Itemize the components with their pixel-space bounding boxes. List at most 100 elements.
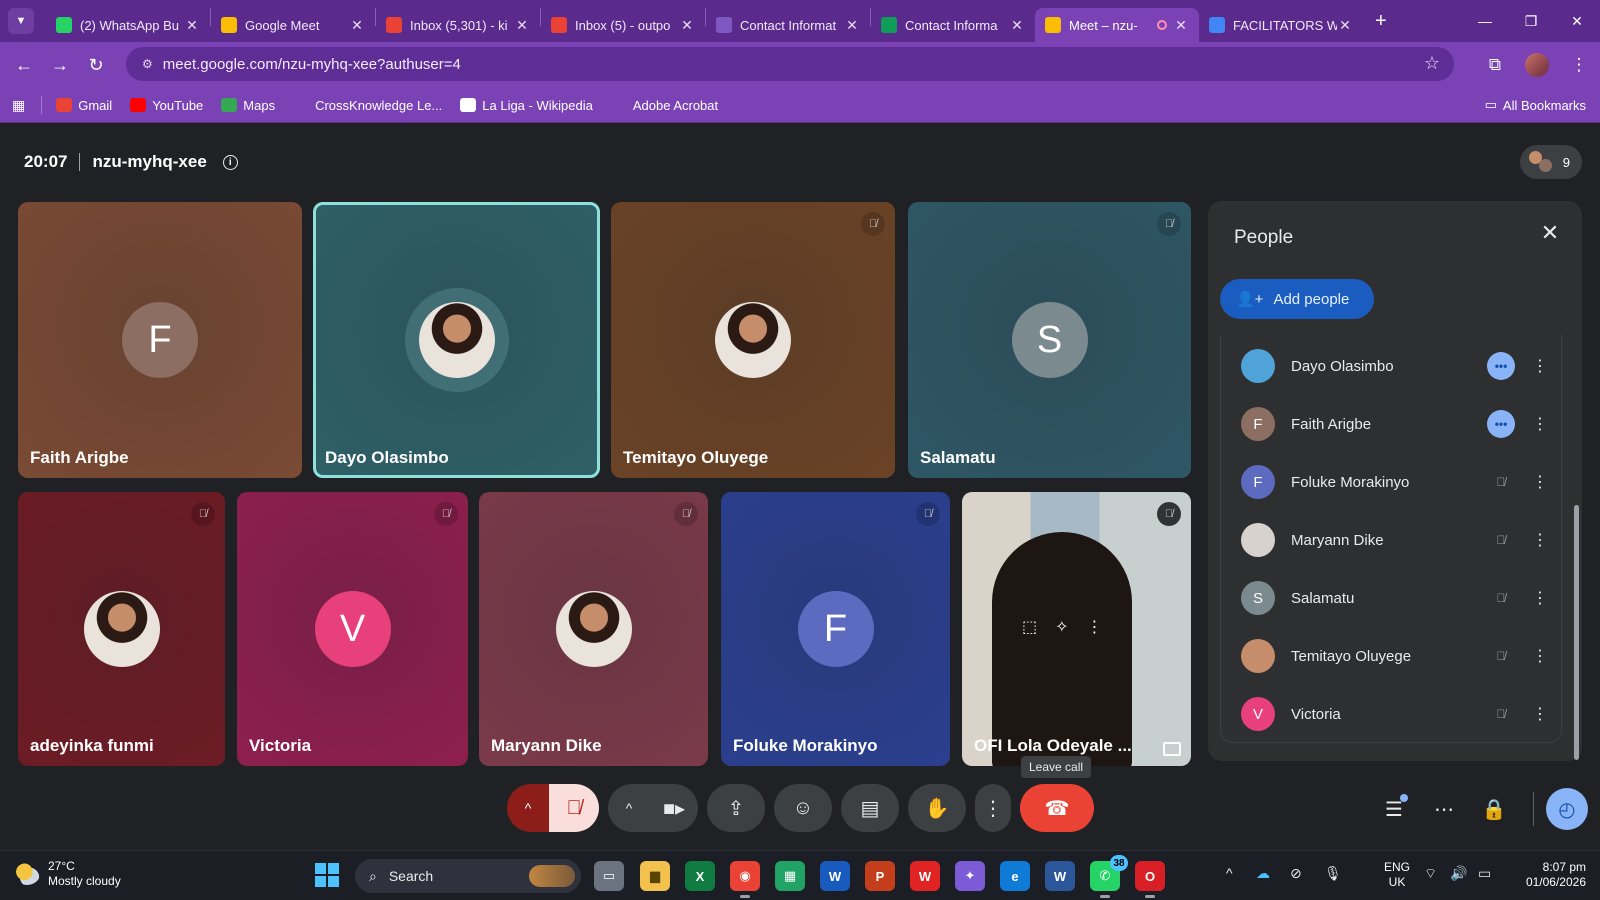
video-tile[interactable]: S 🎙̸ Salamatu: [908, 202, 1191, 478]
video-tile[interactable]: F Faith Arigbe: [18, 202, 302, 478]
close-tab-icon[interactable]: ✕: [349, 17, 365, 34]
bookmark-item[interactable]: La Liga - Wikipedia: [460, 98, 593, 113]
raise-hand-button[interactable]: ✋: [908, 784, 966, 832]
captions-button[interactable]: ▤: [841, 784, 899, 832]
browser-tab[interactable]: (2) WhatsApp Bu ✕: [46, 8, 210, 42]
video-tile[interactable]: 🎙̸ adeyinka funmi: [18, 492, 225, 766]
language-indicator[interactable]: ENG UK: [1384, 860, 1410, 890]
participant-more-icon[interactable]: ⋮: [1525, 530, 1555, 550]
participant-more-icon[interactable]: ⋮: [1525, 414, 1555, 434]
speaking-icon[interactable]: •••: [1487, 352, 1515, 380]
close-tab-icon[interactable]: ✕: [1009, 17, 1025, 34]
participant-row[interactable]: Dayo Olasimbo ••• ⋮: [1221, 341, 1563, 391]
battery-icon[interactable]: ▭: [1478, 865, 1491, 882]
tab-search-button[interactable]: ▼: [8, 8, 34, 34]
word-icon[interactable]: W: [820, 861, 850, 891]
participant-row[interactable]: F Foluke Morakinyo 🎙̸ ⋮: [1221, 457, 1563, 507]
file-explorer-icon[interactable]: ▆: [640, 861, 670, 891]
audio-options-button[interactable]: ^: [507, 784, 549, 832]
close-tab-icon[interactable]: ✕: [679, 17, 695, 34]
task-view-icon[interactable]: ▭: [594, 861, 624, 891]
word-doc-icon[interactable]: W: [1045, 861, 1075, 891]
site-info-icon[interactable]: ⚙: [142, 57, 153, 71]
close-tab-icon[interactable]: ✕: [184, 17, 200, 34]
all-bookmarks[interactable]: ▭ All Bookmarks: [1485, 97, 1586, 113]
mic-off-icon[interactable]: 🎙̸: [1487, 468, 1515, 496]
system-clock[interactable]: 8:07 pm 01/06/2026: [1526, 860, 1586, 890]
chrome-icon[interactable]: ◉: [730, 861, 760, 898]
show-hidden-icons[interactable]: ^: [1226, 865, 1233, 881]
participant-more-icon[interactable]: ⋮: [1525, 472, 1555, 492]
chat-button[interactable]: ☰: [1375, 790, 1413, 828]
close-tab-icon[interactable]: ✕: [1337, 17, 1353, 34]
whatsapp-icon[interactable]: ✆ 38: [1090, 855, 1128, 898]
pip-icon[interactable]: [1163, 742, 1181, 756]
browser-menu-icon[interactable]: ⋮: [1558, 55, 1600, 75]
participant-row[interactable]: S Salamatu 🎙̸ ⋮: [1221, 573, 1563, 623]
extensions-icon[interactable]: ⧉: [1474, 55, 1516, 75]
meeting-info-icon[interactable]: i: [222, 154, 238, 170]
mic-off-icon[interactable]: 🎙̸: [1487, 584, 1515, 612]
mic-off-icon[interactable]: 🎙̸: [1487, 642, 1515, 670]
add-people-button[interactable]: 👤+ Add people: [1220, 279, 1374, 319]
browser-tab[interactable]: Inbox (5) - outpo ✕: [541, 8, 705, 42]
host-controls-button[interactable]: 🔒: [1475, 790, 1513, 828]
back-button[interactable]: ←: [6, 47, 42, 83]
camera-toggle[interactable]: ■▸: [650, 784, 698, 832]
volume-icon[interactable]: 🔊: [1450, 865, 1467, 882]
profile-avatar[interactable]: [1516, 53, 1558, 77]
video-options-button[interactable]: ^: [608, 784, 650, 832]
bookmark-star-icon[interactable]: ☆: [1424, 53, 1440, 74]
opera-icon[interactable]: O: [1135, 861, 1165, 898]
participant-more-icon[interactable]: ⋮: [1525, 588, 1555, 608]
participant-row[interactable]: Temitayo Oluyege 🎙̸ ⋮: [1221, 631, 1563, 681]
url-bar[interactable]: ⚙ meet.google.com/nzu-myhq-xee?authuser=…: [126, 47, 1454, 81]
apps-grid-icon[interactable]: ▦: [12, 97, 25, 114]
participant-count-button[interactable]: 9: [1520, 145, 1582, 179]
speaking-icon[interactable]: •••: [1487, 410, 1515, 438]
new-tab-button[interactable]: +: [1375, 10, 1387, 33]
participant-row[interactable]: V Victoria 🎙̸ ⋮: [1221, 689, 1563, 739]
participant-row[interactable]: F Faith Arigbe ••• ⋮: [1221, 399, 1563, 449]
more-options-button[interactable]: ⋮: [975, 784, 1011, 832]
bookmark-item[interactable]: Adobe Acrobat: [610, 98, 718, 113]
weather-widget[interactable]: 27°C Mostly cloudy: [14, 859, 121, 889]
forward-button[interactable]: →: [42, 47, 78, 83]
frame-icon[interactable]: ⬚: [1022, 617, 1037, 637]
excel-icon[interactable]: X: [685, 861, 715, 891]
microphone-toggle[interactable]: 🎙̸: [549, 784, 599, 832]
browser-tab[interactable]: Contact Informat ✕: [706, 8, 870, 42]
video-tile[interactable]: F 🎙̸ Foluke Morakinyo: [721, 492, 950, 766]
minimize-button[interactable]: —: [1462, 0, 1508, 42]
bookmark-item[interactable]: Maps: [221, 98, 275, 113]
video-tile[interactable]: 🎙̸ Temitayo Oluyege: [611, 202, 895, 478]
participant-more-icon[interactable]: ⋮: [1525, 646, 1555, 666]
powerpoint-icon[interactable]: P: [865, 861, 895, 891]
wps-icon[interactable]: W: [910, 861, 940, 891]
edge-icon[interactable]: e: [1000, 861, 1030, 891]
close-window-button[interactable]: ✕: [1554, 0, 1600, 42]
copilot-icon[interactable]: ✦: [955, 861, 985, 891]
onedrive-icon[interactable]: ☁: [1256, 865, 1270, 882]
people-list-scrollbar[interactable]: [1574, 505, 1579, 760]
browser-tab[interactable]: Google Meet ✕: [211, 8, 375, 42]
participant-row[interactable]: Maryann Dike 🎙̸ ⋮: [1221, 515, 1563, 565]
meeting-tools-button[interactable]: ◴: [1546, 788, 1588, 830]
calculator-sheet-icon[interactable]: ▦: [775, 861, 805, 891]
close-tab-icon[interactable]: ✕: [844, 17, 860, 34]
effects-icon[interactable]: ✧: [1055, 617, 1068, 637]
video-tile[interactable]: ⬚ ✧ ⋮ 🎙̸ OFI Lola Odeyale ...: [962, 492, 1191, 766]
close-panel-button[interactable]: ✕: [1538, 220, 1562, 245]
close-tab-icon[interactable]: ✕: [514, 17, 530, 34]
tile-more-icon[interactable]: ⋮: [1087, 617, 1103, 637]
close-tab-icon[interactable]: ✕: [1173, 17, 1189, 34]
bookmark-item[interactable]: YouTube: [130, 98, 203, 113]
video-tile[interactable]: V 🎙̸ Victoria: [237, 492, 468, 766]
video-tile[interactable]: Dayo Olasimbo: [313, 202, 600, 478]
reload-button[interactable]: ↻: [78, 47, 114, 83]
browser-tab[interactable]: Inbox (5,301) - ki ✕: [376, 8, 540, 42]
restore-button[interactable]: ❐: [1508, 0, 1554, 42]
browser-tab[interactable]: Contact Informa ✕: [871, 8, 1035, 42]
leave-call-button[interactable]: ☎: [1020, 784, 1094, 832]
taskbar-search[interactable]: ⌕ Search: [355, 859, 581, 893]
